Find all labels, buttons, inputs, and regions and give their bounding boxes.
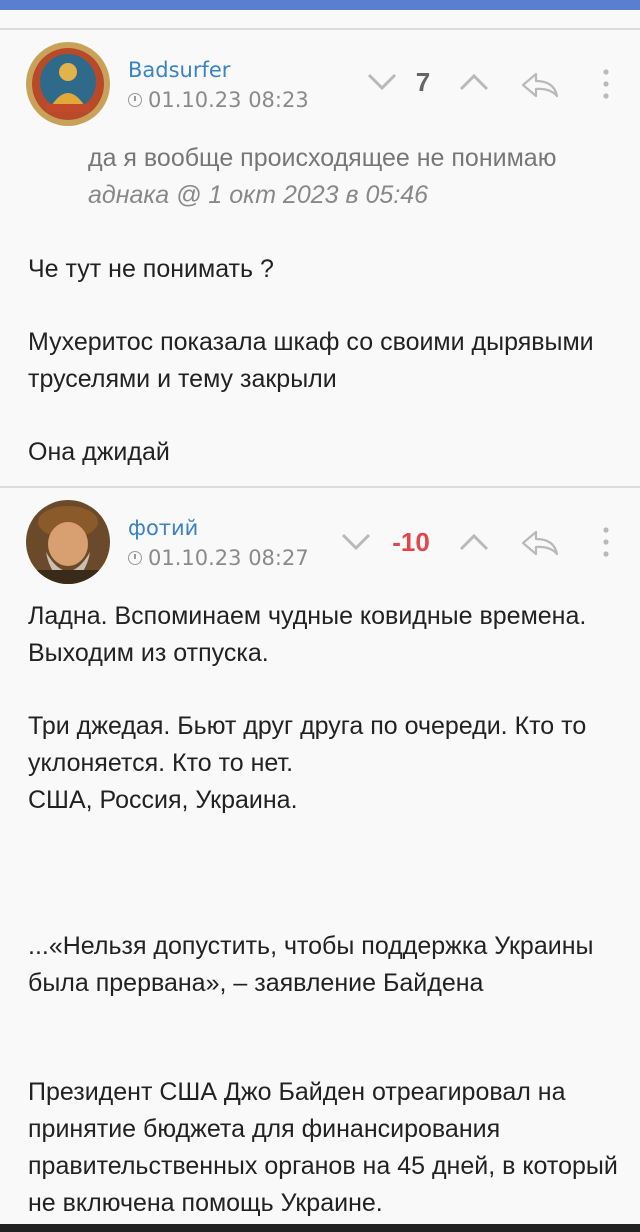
chevron-up-icon[interactable] <box>458 72 490 92</box>
vote-score: 7 <box>415 67 431 97</box>
date-text: 01.10.23 08:27 <box>148 546 309 570</box>
avatar[interactable] <box>26 42 110 126</box>
username[interactable]: фотий <box>128 516 198 540</box>
separator <box>0 28 640 30</box>
chevron-down-icon[interactable] <box>340 532 372 552</box>
comment-paragraph: США, Россия, Украина. <box>28 786 298 814</box>
reply-arrow-icon[interactable] <box>520 528 560 558</box>
quote-meta[interactable]: аднака @ 1 окт 2023 в 05:46 <box>88 177 618 214</box>
quote-text: да я вообще происходящее не понимаю <box>88 144 557 172</box>
comment-date: 01.10.23 08:27 <box>128 546 309 570</box>
more-vertical-icon[interactable] <box>601 68 611 100</box>
chevron-up-icon[interactable] <box>458 532 490 552</box>
comment-date: 01.10.23 08:23 <box>128 88 309 112</box>
reply-arrow-icon[interactable] <box>520 70 560 100</box>
username[interactable]: Badsurfer <box>128 58 230 82</box>
comment-paragraph: Президент США Джо Байден отреагировал на… <box>28 1078 618 1217</box>
quoted-message: да я вообще происходящее не понимаю адна… <box>88 140 618 214</box>
clock-icon <box>128 551 142 565</box>
comment-paragraph: Ладна. Вспоминаем чудные ковидные времен… <box>28 602 587 667</box>
comment-paragraph: Че тут не понимать ? <box>28 255 274 283</box>
comment-paragraph: Она джидай <box>28 438 170 466</box>
comment-paragraph: Три джедая. Бьют друг друга по очереди. … <box>28 712 587 777</box>
clock-icon <box>128 93 142 107</box>
bottom-bar <box>0 1224 640 1232</box>
date-text: 01.10.23 08:23 <box>148 88 309 112</box>
comment-paragraph: Мухеритос показала шкаф со своими дырявы… <box>28 328 594 393</box>
vote-score: -10 <box>392 527 430 557</box>
more-vertical-icon[interactable] <box>601 526 611 558</box>
separator <box>0 486 640 488</box>
top-accent-bar <box>0 0 640 10</box>
comment-paragraph: ...«Нельзя допустить, чтобы поддержка Ук… <box>28 932 594 997</box>
avatar[interactable] <box>26 500 110 584</box>
